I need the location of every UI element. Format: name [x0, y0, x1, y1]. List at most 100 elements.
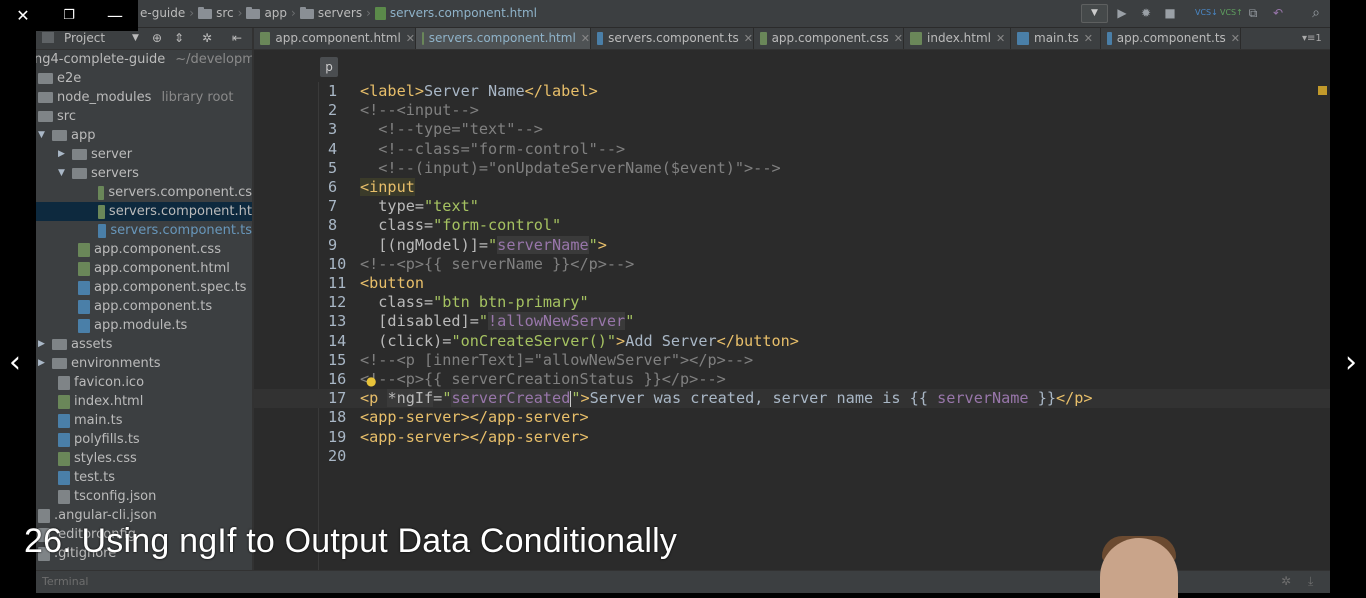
- tree-item[interactable]: test.ts: [36, 468, 252, 487]
- tree-item[interactable]: servers.component.ts: [36, 221, 252, 240]
- lightbulb-icon[interactable]: ●: [366, 374, 376, 388]
- code-token: ": [571, 389, 581, 408]
- tab-app-component-ts[interactable]: app.component.ts ✕: [1101, 28, 1241, 49]
- code-token: serverName: [937, 389, 1029, 408]
- tab-overflow-indicator[interactable]: ▾≡1: [1302, 28, 1322, 49]
- code-line: <button: [360, 274, 424, 293]
- debug-icon[interactable]: ✹: [1137, 4, 1155, 22]
- chevron-right-icon[interactable]: ▶: [38, 335, 48, 354]
- chevron-down-icon[interactable]: ▼: [132, 28, 139, 49]
- tree-item[interactable]: main.ts: [36, 411, 252, 430]
- vcs-history-icon[interactable]: ⧉: [1244, 4, 1262, 22]
- tree-item[interactable]: ▼ app: [36, 126, 252, 145]
- project-view-label[interactable]: Project: [64, 28, 105, 49]
- tree-item[interactable]: polyfills.ts: [36, 430, 252, 449]
- folder-icon: [52, 339, 67, 350]
- line-number: 1: [328, 82, 338, 100]
- code-line: [disabled]="!allowNewServer": [360, 312, 634, 331]
- search-icon[interactable]: ⌕: [1307, 4, 1325, 22]
- tree-item[interactable]: ▼ servers: [36, 164, 252, 183]
- code-token: =: [433, 389, 443, 408]
- close-icon[interactable]: ✕: [581, 28, 590, 49]
- restore-icon[interactable]: ❐: [46, 0, 92, 31]
- tree-item-note: library root: [161, 90, 234, 105]
- css-file-icon: [58, 451, 70, 466]
- minimize-panel-icon[interactable]: ⤓: [1308, 574, 1313, 589]
- tree-item[interactable]: app.component.spec.ts: [36, 278, 252, 297]
- breadcrumb-item[interactable]: e-guide: [140, 0, 185, 27]
- tree-item-label: ng4-complete-guide: [36, 52, 166, 67]
- tree-item[interactable]: app.component.ts: [36, 297, 252, 316]
- chevron-left-icon[interactable]: ‹: [3, 345, 27, 380]
- hide-icon[interactable]: ⇤: [232, 28, 242, 49]
- close-icon[interactable]: ✕: [406, 28, 415, 49]
- tree-item-root[interactable]: ng4-complete-guide ~/developme: [36, 50, 252, 69]
- code-token: [disabled]=: [360, 312, 479, 331]
- revert-icon[interactable]: ↶: [1269, 4, 1287, 22]
- breadcrumb-separator: ›: [189, 6, 195, 20]
- tab-main-ts[interactable]: main.ts ✕: [1011, 28, 1101, 49]
- tree-item[interactable]: e2e: [36, 69, 252, 88]
- tab-servers-component-ts[interactable]: servers.component.ts ✕: [591, 28, 754, 49]
- tree-item-label: src: [57, 109, 76, 124]
- code-token: <button: [360, 274, 425, 292]
- code-line: <!--(input)="onUpdateServerName($event)"…: [360, 158, 781, 177]
- tree-item[interactable]: index.html: [36, 392, 252, 411]
- tree-item[interactable]: ▶ assets: [36, 335, 252, 354]
- run-config-dropdown[interactable]: ▼: [1081, 4, 1108, 23]
- line-number: 14: [328, 331, 347, 350]
- target-icon[interactable]: ⊕: [152, 28, 162, 49]
- ts-file-icon: [1017, 32, 1029, 45]
- tab-servers-component-html[interactable]: servers.component.html ✕: [416, 28, 591, 49]
- tree-item-label: index.html: [74, 394, 144, 409]
- chevron-right-icon[interactable]: ›: [1339, 345, 1363, 380]
- stop-icon[interactable]: ■: [1161, 4, 1179, 22]
- code-token: >: [597, 235, 607, 254]
- close-icon[interactable]: ✕: [894, 28, 903, 49]
- breadcrumb-item[interactable]: servers: [318, 0, 362, 27]
- ts-file-icon: [597, 32, 604, 45]
- tree-item[interactable]: app.module.ts: [36, 316, 252, 335]
- tree-item[interactable]: ▶ environments: [36, 354, 252, 373]
- close-icon[interactable]: ✕: [996, 28, 1005, 49]
- close-icon[interactable]: ✕: [1231, 28, 1240, 49]
- gear-icon[interactable]: ✲: [1281, 574, 1291, 588]
- vcs-update-icon[interactable]: VCS↓: [1195, 4, 1218, 22]
- vcs-commit-icon[interactable]: VCS↑: [1220, 4, 1243, 22]
- tree-item[interactable]: src: [36, 107, 252, 126]
- breadcrumb-item[interactable]: servers.component.html: [390, 0, 537, 27]
- collapse-icon[interactable]: ⇕: [174, 28, 184, 49]
- chevron-down-icon[interactable]: ▼: [58, 164, 68, 183]
- tree-item[interactable]: app.component.html: [36, 259, 252, 278]
- tab-app-component-html[interactable]: app.component.html ✕: [254, 28, 416, 49]
- tab-app-component-css[interactable]: app.component.css ✕: [754, 28, 904, 49]
- tree-item[interactable]: node_modules library root: [36, 88, 252, 107]
- chevron-down-icon[interactable]: ▼: [38, 126, 48, 145]
- tree-item[interactable]: servers.component.cs: [36, 183, 252, 202]
- close-icon[interactable]: ✕: [744, 28, 753, 49]
- warning-marker[interactable]: [1318, 86, 1327, 95]
- tree-item[interactable]: favicon.ico: [36, 373, 252, 392]
- tree-item[interactable]: tsconfig.json: [36, 487, 252, 506]
- minimize-icon[interactable]: —: [92, 0, 138, 31]
- code-line: <!--<p>{{ serverCreationStatus }}</p>-->: [360, 370, 726, 388]
- gear-icon[interactable]: ✲: [202, 28, 212, 49]
- run-icon[interactable]: ▶: [1113, 4, 1131, 22]
- code-editor[interactable]: p 1 2 3 4 5 6 7 8 9 10 11 12 13 14 15 16…: [254, 50, 1330, 570]
- breadcrumb-item[interactable]: app: [264, 0, 287, 27]
- terminal-tab[interactable]: Terminal: [42, 575, 89, 588]
- code-line: <label>Server Name</label>: [360, 82, 598, 101]
- tag-breadcrumb[interactable]: p: [320, 57, 338, 77]
- close-icon[interactable]: ✕: [1084, 28, 1093, 49]
- chevron-right-icon[interactable]: ▶: [58, 145, 68, 164]
- tree-item-label: node_modules: [57, 90, 152, 105]
- breadcrumb-item[interactable]: src: [216, 0, 234, 27]
- tree-item[interactable]: ▶ server: [36, 145, 252, 164]
- tree-item[interactable]: styles.css: [36, 449, 252, 468]
- tab-index-html[interactable]: index.html ✕: [904, 28, 1011, 49]
- tree-item[interactable]: app.component.css: [36, 240, 252, 259]
- tree-item-selected[interactable]: servers.component.ht: [36, 202, 252, 221]
- chevron-right-icon[interactable]: ▶: [38, 354, 48, 373]
- close-icon[interactable]: ✕: [0, 0, 46, 31]
- editor-tabs: app.component.html ✕ servers.component.h…: [254, 28, 1330, 50]
